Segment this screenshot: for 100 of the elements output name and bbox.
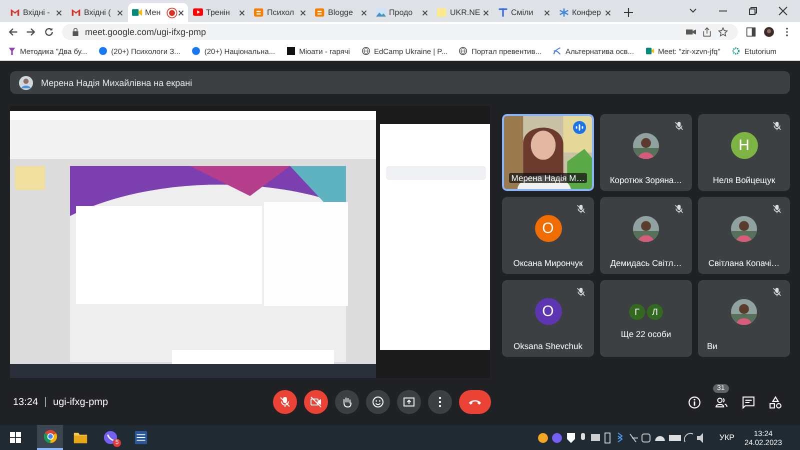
- browser-tab[interactable]: UKR.NE: [433, 3, 493, 22]
- close-icon[interactable]: [605, 10, 611, 16]
- emoji-button[interactable]: [366, 390, 390, 414]
- chat-icon[interactable]: [742, 396, 755, 408]
- restore-icon[interactable]: [748, 6, 758, 16]
- activities-icon[interactable]: [769, 396, 782, 408]
- avatar-letter: Н: [730, 132, 758, 159]
- mail-icon: [71, 8, 81, 17]
- lock-icon: [72, 28, 79, 36]
- microphone-button[interactable]: [273, 390, 297, 414]
- participant-tile[interactable]: Н Неля Войцещук: [698, 114, 790, 191]
- tab-title: Конфер: [572, 8, 602, 17]
- participant-name: Світлана Копачі…: [707, 258, 781, 268]
- microphone-icon: [279, 396, 291, 408]
- reload-icon[interactable]: [44, 27, 54, 37]
- snowflake-icon: [559, 8, 569, 17]
- avatar-letter: О: [534, 215, 562, 242]
- close-icon[interactable]: [239, 10, 245, 16]
- camera-button[interactable]: [304, 390, 328, 414]
- close-icon[interactable]: [300, 10, 306, 16]
- participant-tile[interactable]: О Oksana Shevchuk: [502, 280, 594, 357]
- new-tab-icon[interactable]: [624, 8, 633, 17]
- play-icon: [193, 8, 203, 17]
- globe-icon: [362, 47, 370, 55]
- close-icon[interactable]: [56, 10, 62, 16]
- windows-start-icon[interactable]: [10, 432, 21, 443]
- close-icon[interactable]: [117, 10, 123, 16]
- participant-name: Мерена Надія М…: [509, 173, 587, 183]
- browser-tab[interactable]: Сміли: [494, 3, 554, 22]
- browser-tab[interactable]: Продо: [372, 3, 432, 22]
- participant-name: Оксана Мирончук: [512, 258, 584, 268]
- leave-call-button[interactable]: [459, 390, 491, 414]
- close-icon[interactable]: [778, 6, 788, 16]
- ring-icon: [732, 47, 740, 55]
- document-icon: [132, 430, 148, 445]
- close-icon[interactable]: [483, 10, 489, 16]
- people-icon[interactable]: [715, 396, 728, 408]
- address-bar[interactable]: meet.google.com/ugi-ifxg-pmp: [62, 24, 738, 40]
- profile-avatar-icon[interactable]: [764, 27, 774, 37]
- star-icon[interactable]: [718, 27, 728, 37]
- avatar-icon: [19, 76, 33, 90]
- back-icon[interactable]: [8, 27, 18, 37]
- participant-tile[interactable]: Коротюк Зоряна…: [600, 114, 692, 191]
- square-icon: [287, 47, 296, 55]
- browser-tab[interactable]: Blogge: [311, 3, 371, 22]
- tab-title: Психол: [267, 8, 296, 17]
- square-icon: [437, 8, 447, 17]
- raise-hand-button[interactable]: [335, 390, 359, 414]
- present-icon: [403, 396, 415, 408]
- smiley-icon: [372, 396, 384, 408]
- participant-tile[interactable]: Мерена Надія М…: [502, 114, 594, 191]
- language-indicator[interactable]: УКР: [719, 433, 734, 442]
- taskbar-app[interactable]: [37, 425, 63, 450]
- forward-icon[interactable]: [26, 27, 36, 37]
- browser-tab[interactable]: Конфер: [555, 3, 615, 22]
- participant-tile[interactable]: Ви: [698, 280, 790, 357]
- video-camera-icon: [132, 8, 142, 17]
- participant-name: Ще 22 особи: [620, 329, 672, 339]
- present-screen-button[interactable]: [397, 390, 421, 414]
- banner-text: Мерена Надія Михайлівна на екрані: [41, 78, 192, 88]
- more-options-button[interactable]: [428, 390, 452, 414]
- participant-tile[interactable]: Світлана Копачі…: [698, 197, 790, 274]
- tab-title: Blogge: [328, 8, 354, 17]
- mail-icon: [10, 8, 20, 17]
- info-icon[interactable]: [688, 396, 701, 408]
- camera-icon: [310, 396, 322, 408]
- participant-name: Демидась Світл…: [609, 258, 683, 268]
- participant-tile[interactable]: Демидась Світл…: [600, 197, 692, 274]
- close-icon[interactable]: [544, 10, 550, 16]
- browser-tab[interactable]: Психол: [250, 3, 310, 22]
- browser-tab[interactable]: Вхідні -: [6, 3, 66, 22]
- browser-tab[interactable]: Вхідні (: [67, 3, 127, 22]
- participant-tile[interactable]: Г Л Ще 22 особи: [600, 280, 692, 357]
- tab-title: Мен: [145, 8, 162, 17]
- tab-title: Сміли: [511, 8, 534, 17]
- participant-tile[interactable]: О Оксана Мирончук: [502, 197, 594, 274]
- tab-title: UKR.NE: [450, 8, 480, 17]
- url-text: meet.google.com/ugi-ifxg-pmp: [85, 27, 206, 37]
- circle-icon: [99, 47, 108, 55]
- share-icon[interactable]: [702, 27, 712, 37]
- image-icon: [376, 8, 386, 17]
- browser-tab[interactable]: Тренін: [189, 3, 249, 22]
- close-icon[interactable]: [361, 10, 367, 16]
- close-icon[interactable]: [422, 10, 428, 16]
- phone-icon: [102, 430, 118, 445]
- browser-tab[interactable]: Мен: [128, 3, 188, 22]
- funnel-icon: [8, 47, 16, 55]
- avatar-letter: Г: [629, 304, 645, 320]
- swirl-icon: [553, 47, 562, 55]
- blog-icon: [315, 8, 325, 17]
- circle-icon: [192, 47, 200, 55]
- video-camera-icon: [646, 47, 654, 55]
- folder-icon: [72, 430, 88, 445]
- close-icon[interactable]: [178, 10, 184, 16]
- participant-name: Коротюк Зоряна…: [608, 175, 684, 185]
- tab-title: Продо: [389, 8, 414, 17]
- tab-title: Вхідні -: [23, 8, 51, 17]
- camera-icon[interactable]: [686, 27, 696, 37]
- side-panel-icon[interactable]: [746, 27, 756, 37]
- chrome-icon: [42, 429, 58, 444]
